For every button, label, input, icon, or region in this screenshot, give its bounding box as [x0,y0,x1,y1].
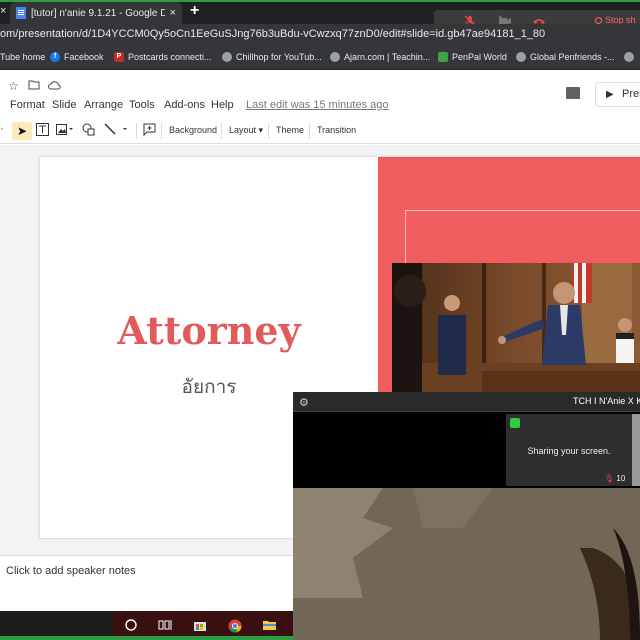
postcards-icon: P [114,52,124,62]
bookmark-penpal[interactable]: PenPal World [438,52,507,62]
gear-icon[interactable]: ⚙ [299,396,309,409]
file-explorer-icon[interactable] [262,619,277,634]
prev-tab-close-icon[interactable]: × [0,5,6,17]
toolbar-divider [268,123,269,139]
toolbar-divider [136,123,137,139]
chrome-icon[interactable] [228,619,242,636]
sharing-border-bottom [0,636,293,640]
sharing-screen-text: Sharing your screen. [527,446,611,456]
text-box-icon[interactable] [36,123,49,138]
menu-help[interactable]: Help [211,99,234,111]
bookmark-extra[interactable] [624,52,634,62]
tab-close-icon[interactable]: × [170,7,176,19]
store-icon[interactable] [193,619,207,635]
toolbar-divider [309,123,310,139]
bookmark-chillhop[interactable]: Chillhop for YouTub... [222,52,322,62]
layout-button[interactable]: Layout ▾ [229,125,263,136]
bookmark-postcards[interactable]: P Postcards connecti... [114,52,212,62]
move-folder-icon[interactable] [28,79,40,93]
add-comment-icon[interactable] [143,123,156,138]
menu-format[interactable]: Format [10,99,45,111]
bookmark-facebook[interactable]: f Facebook [50,52,104,62]
address-bar[interactable]: om/presentation/d/1D4YCCM0Qy5oCn1EeGuSJn… [0,24,640,46]
globe-icon [624,52,634,62]
last-edit-link[interactable]: Last edit was 15 minutes ago [246,99,388,111]
screen: × [tutor] n'anie 9.1.21 - Google Do × + … [0,0,640,640]
bookmark-youtube[interactable]: Tube home [0,52,45,62]
zoom-meeting-title: TCH I N'Anie X Kru [573,396,640,406]
theme-button[interactable]: Theme [276,125,304,135]
transition-button[interactable]: Transition [317,125,356,135]
participant-count: 🎙︎ 10 [604,474,626,483]
image-icon[interactable] [56,123,74,138]
penpal-icon [438,52,448,62]
menu-slide[interactable]: Slide [52,99,76,111]
menu-tools[interactable]: Tools [129,99,155,111]
select-cursor-icon[interactable]: ➤ [12,122,32,140]
slides-toolbar: · Background Layout ▾ Theme Transition [0,118,640,144]
slides-doc-icon [16,7,26,19]
task-view-icon[interactable] [158,619,172,634]
record-icon [595,17,602,24]
speaker-notes-placeholder: Click to add speaker notes [6,565,136,577]
browser-tab-active[interactable]: [tutor] n'anie 9.1.21 - Google Do × [10,2,182,24]
line-icon[interactable] [104,123,130,138]
tab-title: [tutor] n'anie 9.1.21 - Google Do [31,7,165,19]
search-circle-icon[interactable] [125,619,137,634]
mic-muted-icon: 🎙︎ [604,474,615,483]
background-button[interactable]: Background [169,125,217,135]
star-icon[interactable]: ☆ [8,79,19,93]
bookmark-global-penfriends[interactable]: Global Penfriends -... [516,52,615,62]
toolbar-divider [221,123,222,139]
url-text: om/presentation/d/1D4YCCM0Qy5oCn1EeGuSJn… [0,28,546,40]
bookmark-ajarn[interactable]: Ajarn.com | Teachin... [330,52,430,62]
play-icon: ▶ [606,89,614,100]
menu-addons[interactable]: Add-ons [164,99,205,111]
shape-icon[interactable] [82,123,96,138]
video-thumbnail-edge [632,414,640,486]
speaker-notes[interactable]: Click to add speaker notes [0,555,293,611]
slide-title[interactable]: Attorney [40,308,378,353]
toolbar-divider [161,123,162,139]
courtroom-photo[interactable] [392,263,640,393]
globe-icon [516,52,526,62]
webcam-view [293,488,640,640]
present-button[interactable]: ▶Pres [595,82,640,107]
toolbar-edge-icon[interactable]: · [0,123,4,135]
cloud-saved-icon [48,79,61,93]
slides-header: ☆ Format Slide Arrange Tools Add-ons Hel… [0,70,640,118]
menu-arrange[interactable]: Arrange [84,99,123,111]
globe-icon [222,52,232,62]
facebook-icon: f [50,52,60,62]
chevron-down-icon: ▾ [258,125,264,135]
sharing-indicator-icon [510,418,520,428]
new-tab-button[interactable]: + [190,2,199,20]
comment-icon[interactable] [566,87,580,99]
globe-icon [330,52,340,62]
bookmarks-bar: Tube home f Facebook P Postcards connecti.… [0,46,640,70]
